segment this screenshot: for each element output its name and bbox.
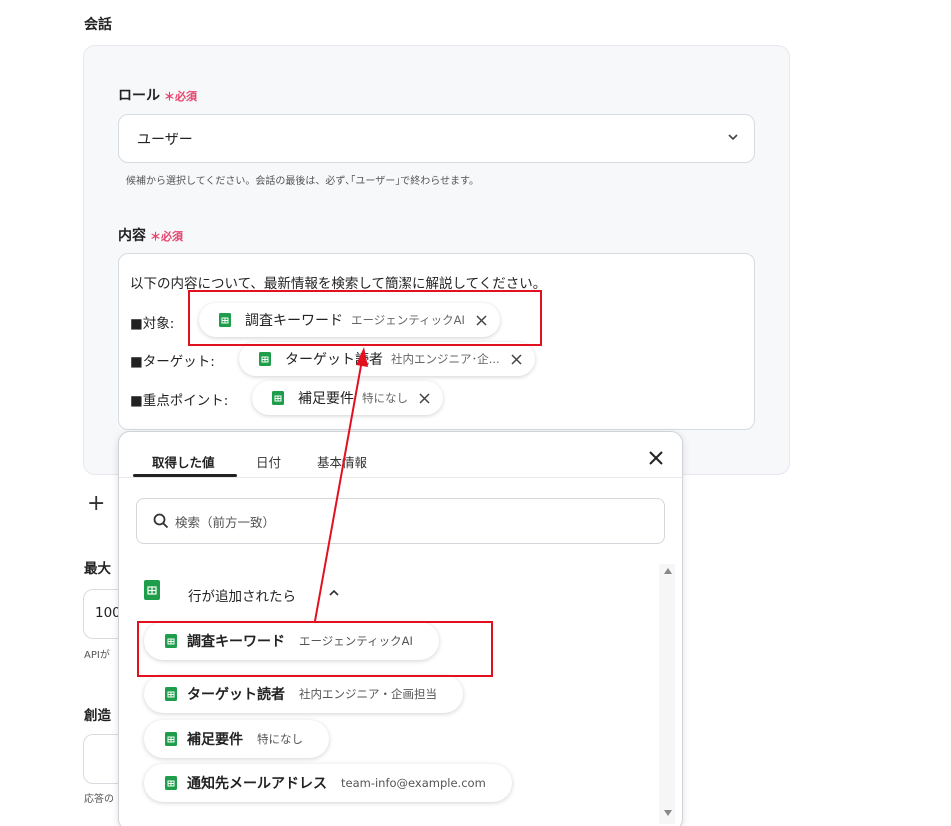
annotation-arrow (314, 347, 368, 622)
